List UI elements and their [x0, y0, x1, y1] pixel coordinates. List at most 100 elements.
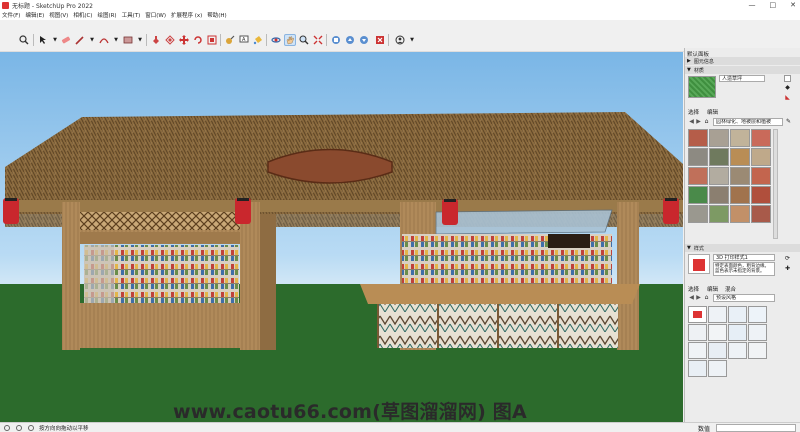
material-thumbnail[interactable]	[709, 205, 729, 223]
maximize-button[interactable]: □	[770, 0, 777, 10]
rectangle-icon[interactable]	[122, 34, 134, 46]
rotate-icon[interactable]	[192, 34, 204, 46]
materials-header[interactable]: ▼ 材质	[685, 66, 800, 74]
material-thumbnail[interactable]	[688, 129, 708, 147]
pan-hand-icon[interactable]	[284, 34, 296, 46]
material-thumbnail[interactable]	[730, 129, 750, 147]
menu-file[interactable]: 文件(F)	[2, 11, 20, 19]
share-component-icon[interactable]	[358, 34, 370, 46]
paint-default-icon[interactable]: ◣	[784, 94, 791, 101]
style-thumbnail[interactable]	[748, 342, 767, 359]
material-thumbnail[interactable]	[688, 186, 708, 204]
chevron-down-icon[interactable]: ▼	[134, 34, 146, 46]
menu-camera[interactable]: 相机(C)	[73, 11, 92, 19]
sample-paint-icon[interactable]: ✎	[785, 118, 792, 125]
zoom-icon[interactable]	[298, 34, 310, 46]
move-icon[interactable]	[178, 34, 190, 46]
material-thumbnail[interactable]	[688, 205, 708, 223]
chevron-down-icon[interactable]: ▼	[110, 34, 122, 46]
arc-icon[interactable]	[98, 34, 110, 46]
menu-tools[interactable]: 工具(T)	[122, 11, 141, 19]
material-thumbnail[interactable]	[709, 148, 729, 166]
menu-window[interactable]: 窗口(W)	[145, 11, 166, 19]
text-label-icon[interactable]: A	[238, 34, 250, 46]
create-material-icon[interactable]: ◆	[784, 84, 791, 91]
warehouse-share-icon[interactable]	[344, 34, 356, 46]
tape-measure-icon[interactable]	[224, 34, 236, 46]
material-thumbnail[interactable]	[709, 167, 729, 185]
offset-icon[interactable]	[164, 34, 176, 46]
search-icon[interactable]	[18, 34, 30, 46]
style-thumbnail[interactable]	[688, 324, 707, 341]
tab-mix[interactable]: 混合	[725, 285, 736, 293]
style-thumbnail[interactable]	[708, 324, 727, 341]
material-thumbnail[interactable]	[709, 129, 729, 147]
orbit-icon[interactable]	[270, 34, 282, 46]
style-thumbnail[interactable]	[728, 324, 747, 341]
style-thumbnail[interactable]	[688, 360, 707, 377]
material-thumbnail[interactable]	[751, 205, 771, 223]
paint-bucket-icon[interactable]	[252, 34, 264, 46]
account-icon[interactable]	[394, 34, 406, 46]
zoom-extents-icon[interactable]	[312, 34, 324, 46]
material-thumbnail[interactable]	[730, 205, 750, 223]
credits-icon[interactable]	[16, 424, 22, 431]
close-button[interactable]: ✕	[790, 0, 796, 10]
push-pull-icon[interactable]	[150, 34, 162, 46]
pencil-line-icon[interactable]	[74, 34, 86, 46]
minimize-button[interactable]: —	[749, 0, 756, 10]
material-thumbnail[interactable]	[751, 148, 771, 166]
style-thumbnail[interactable]	[728, 306, 747, 323]
home-icon[interactable]: ⌂	[703, 294, 710, 301]
chevron-down-icon[interactable]: ▼	[406, 34, 418, 46]
menu-draw[interactable]: 绘图(R)	[97, 11, 116, 19]
material-thumbnail[interactable]	[709, 186, 729, 204]
style-library-select[interactable]: 预设风格	[713, 294, 775, 302]
style-thumbnail[interactable]	[748, 306, 767, 323]
measurements-input[interactable]	[716, 424, 796, 432]
update-style-icon[interactable]: ⟳	[784, 255, 791, 262]
material-scrollbar[interactable]	[773, 129, 778, 239]
menu-help[interactable]: 帮助(H)	[207, 11, 226, 19]
style-thumbnail[interactable]	[688, 342, 707, 359]
style-description[interactable]: 特定表面颜色，粗背边缘。蓝色表示未指定的背景。	[713, 262, 775, 276]
scale-icon[interactable]	[206, 34, 218, 46]
geo-location-icon[interactable]	[4, 424, 10, 431]
forward-arrow-icon[interactable]: ▶	[695, 118, 702, 125]
chevron-down-icon[interactable]: ▼	[86, 34, 98, 46]
style-thumbnail[interactable]	[748, 324, 767, 341]
display-secondary-icon[interactable]	[784, 75, 791, 82]
style-thumbnail[interactable]	[708, 342, 727, 359]
material-thumbnail[interactable]	[688, 148, 708, 166]
warehouse-icon[interactable]	[330, 34, 342, 46]
entity-info-header[interactable]: ▶ 图元信息	[685, 57, 800, 65]
eraser-icon[interactable]	[60, 34, 72, 46]
menu-edit[interactable]: 编辑(E)	[25, 11, 44, 19]
home-icon[interactable]: ⌂	[703, 118, 710, 125]
tab-edit[interactable]: 编辑	[707, 285, 718, 293]
style-thumbnail[interactable]	[708, 306, 727, 323]
create-style-icon[interactable]: ✚	[784, 265, 791, 272]
style-thumbnail[interactable]	[728, 342, 747, 359]
forward-arrow-icon[interactable]: ▶	[695, 294, 702, 301]
material-thumbnail[interactable]	[751, 167, 771, 185]
style-name-field[interactable]: 3D 打印样式1	[713, 254, 775, 261]
model-viewport[interactable]: www.caotu66.com(草图溜溜网) 图A	[0, 52, 683, 422]
material-thumbnail[interactable]	[751, 129, 771, 147]
user-icon[interactable]	[28, 424, 34, 431]
material-thumbnail[interactable]	[730, 167, 750, 185]
style-thumbnail[interactable]	[688, 306, 707, 323]
material-thumbnail[interactable]	[751, 186, 771, 204]
tab-select[interactable]: 选择	[688, 285, 699, 293]
tab-edit[interactable]: 编辑	[707, 108, 718, 116]
style-thumbnail[interactable]	[708, 360, 727, 377]
material-thumbnail[interactable]	[688, 167, 708, 185]
menu-view[interactable]: 视图(V)	[49, 11, 68, 19]
material-library-select[interactable]: 园林绿化、地被层和植被	[713, 118, 783, 126]
extension-warehouse-icon[interactable]	[374, 34, 386, 46]
tab-select[interactable]: 选择	[688, 108, 699, 116]
styles-header[interactable]: ▼ 样式	[685, 244, 800, 252]
back-arrow-icon[interactable]: ◀	[688, 118, 695, 125]
material-thumbnail[interactable]	[730, 148, 750, 166]
material-name-field[interactable]: 人造草坪	[719, 75, 765, 82]
